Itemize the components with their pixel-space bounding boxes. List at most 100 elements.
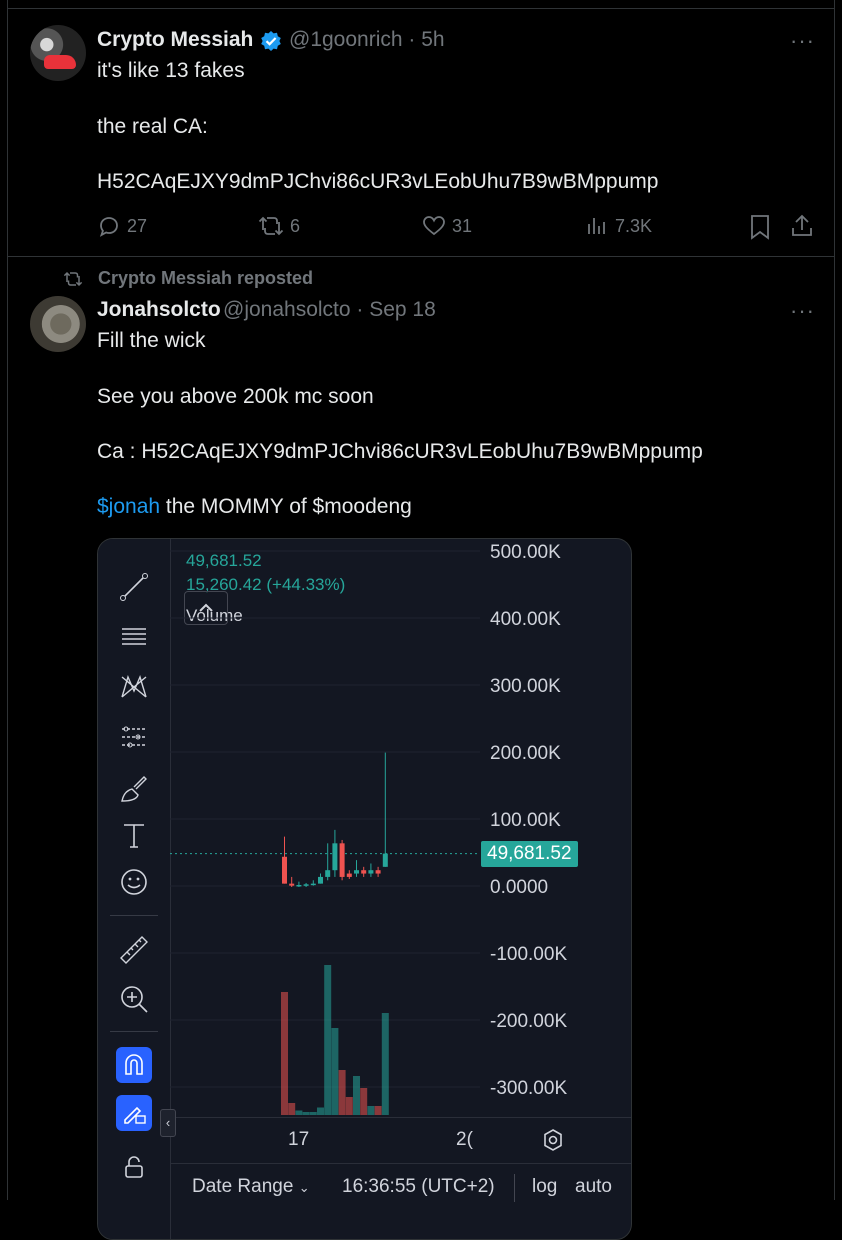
candle-body (303, 884, 309, 886)
tweet-divider (7, 256, 835, 257)
candle-body (354, 870, 359, 874)
tweet-text-line: it's like 13 fakes (97, 59, 245, 82)
repost-button[interactable]: 6 (258, 214, 300, 238)
top-divider (7, 8, 835, 9)
candle-body (332, 843, 338, 871)
volume-bar (331, 1028, 339, 1115)
tweet-text-line: $jonah the MOMMY of $moodeng (97, 495, 412, 519)
lock-drawing-icon[interactable] (116, 1095, 152, 1131)
magnet-icon[interactable] (116, 1047, 152, 1083)
y-tick: 400.00K (490, 609, 561, 630)
share-icon[interactable] (790, 213, 814, 239)
log-scale-button[interactable]: log (532, 1176, 557, 1198)
volume-bar (309, 1112, 317, 1115)
volume-bar (345, 1097, 353, 1115)
like-button[interactable]: 31 (422, 214, 472, 238)
volume-bar (367, 1106, 375, 1115)
repost-count: 6 (290, 215, 301, 236)
trend-line-tool-icon[interactable] (116, 569, 152, 605)
volume-bar (317, 1107, 324, 1115)
candle-body (375, 870, 381, 874)
tweet-text-line: the real CA: (97, 115, 208, 138)
fib-tool-icon[interactable] (116, 619, 152, 655)
candle-body (368, 870, 374, 874)
x-tick: 2( (456, 1129, 473, 1150)
analytics-icon (588, 218, 605, 234)
forecast-tool-icon[interactable] (116, 719, 152, 755)
tweet-text-line: Ca : H52CAqEJXY9dmPJChvi86cUR3vLEobUhu7B… (97, 440, 703, 463)
y-tick: 500.00K (490, 542, 561, 563)
candle-body (361, 870, 367, 874)
y-tick: 200.00K (490, 743, 561, 764)
tweet-text-line: Fill the wick (97, 329, 206, 352)
emoji-tool-icon[interactable] (116, 864, 152, 900)
repost-context[interactable]: Crypto Messiah reposted (62, 268, 313, 289)
avatar[interactable] (30, 25, 86, 81)
y-tick: -100.00K (490, 944, 568, 965)
reply-button[interactable]: 27 (97, 214, 147, 238)
candle-body (282, 856, 287, 884)
chevron-down-icon: ⌄ (298, 1180, 310, 1195)
settings-icon[interactable] (541, 1128, 565, 1152)
ruler-tool-icon[interactable] (116, 932, 152, 968)
last-price-tag: 49,681.52 (481, 841, 578, 867)
zoom-in-icon[interactable] (116, 981, 152, 1017)
pattern-tool-icon[interactable] (116, 669, 152, 705)
x-tick: 17 (288, 1129, 310, 1150)
reply-count: 27 (127, 215, 148, 236)
views-button[interactable]: 7.3K (585, 214, 652, 238)
candle-body (289, 883, 295, 886)
author-name[interactable]: Crypto Messiah (97, 28, 253, 52)
tweet-text-line: See you above 200k mc soon (97, 385, 374, 408)
volume-bar (353, 1076, 360, 1115)
repost-label: Crypto Messiah reposted (98, 268, 314, 288)
volume-bar (360, 1088, 368, 1115)
more-options-icon[interactable]: ··· (790, 298, 815, 324)
tweet-text-line: H52CAqEJXY9dmPJChvi86cUR3vLEobUhu7B9wBMp… (97, 170, 659, 193)
chart-bottom-bar: Date Range ⌄ 16:36:55 (UTC+2) log auto (170, 1163, 631, 1239)
volume-bar (324, 965, 332, 1115)
candle-body (346, 873, 352, 877)
candle-body (296, 884, 302, 887)
candle-body (310, 883, 316, 886)
y-tick: 300.00K (490, 676, 561, 697)
volume-bar (302, 1112, 310, 1115)
candlestick-plot (170, 550, 480, 1115)
author-name[interactable]: Jonahsolcto (97, 298, 221, 322)
y-tick: 100.00K (490, 810, 561, 831)
volume-bar (338, 1070, 346, 1115)
view-count: 7.3K (615, 215, 653, 236)
volume-bar (381, 1013, 389, 1115)
candle-body (318, 876, 323, 884)
bookmark-icon[interactable] (749, 214, 771, 240)
author-handle[interactable]: @1goonrich · 5h (289, 28, 445, 52)
toolbar-collapse-handle[interactable]: ‹ (160, 1109, 176, 1137)
y-tick: -200.00K (490, 1011, 568, 1032)
heart-icon (423, 216, 445, 236)
volume-bar (281, 992, 288, 1115)
candle-body (339, 843, 345, 877)
reply-icon (99, 217, 118, 237)
volume-bar (374, 1106, 382, 1115)
volume-bar (295, 1110, 303, 1115)
author-handle[interactable]: @jonahsolcto · Sep 18 (223, 298, 436, 322)
tweet-text-rest: the MOMMY of $moodeng (160, 495, 412, 518)
avatar[interactable] (30, 296, 86, 352)
volume-bar (288, 1103, 296, 1115)
text-tool-icon[interactable] (116, 817, 152, 853)
auto-scale-button[interactable]: auto (575, 1176, 612, 1198)
repost-icon (63, 271, 83, 286)
unlock-icon[interactable] (116, 1149, 152, 1185)
chart-image[interactable]: 49,681.52 15,260.42 (+44.33%) Volume 500… (97, 538, 632, 1240)
y-tick: 0.0000 (490, 877, 549, 898)
cashtag-link[interactable]: $jonah (97, 495, 160, 518)
candle-body (382, 853, 388, 867)
more-options-icon[interactable]: ··· (790, 28, 815, 54)
like-count: 31 (452, 215, 473, 236)
candle-body (325, 870, 331, 877)
date-range-button[interactable]: Date Range ⌄ (192, 1176, 310, 1198)
timezone-button[interactable]: 16:36:55 (UTC+2) (342, 1176, 495, 1198)
y-tick: -300.00K (490, 1078, 568, 1099)
repost-icon (258, 216, 284, 236)
brush-tool-icon[interactable] (116, 771, 152, 807)
